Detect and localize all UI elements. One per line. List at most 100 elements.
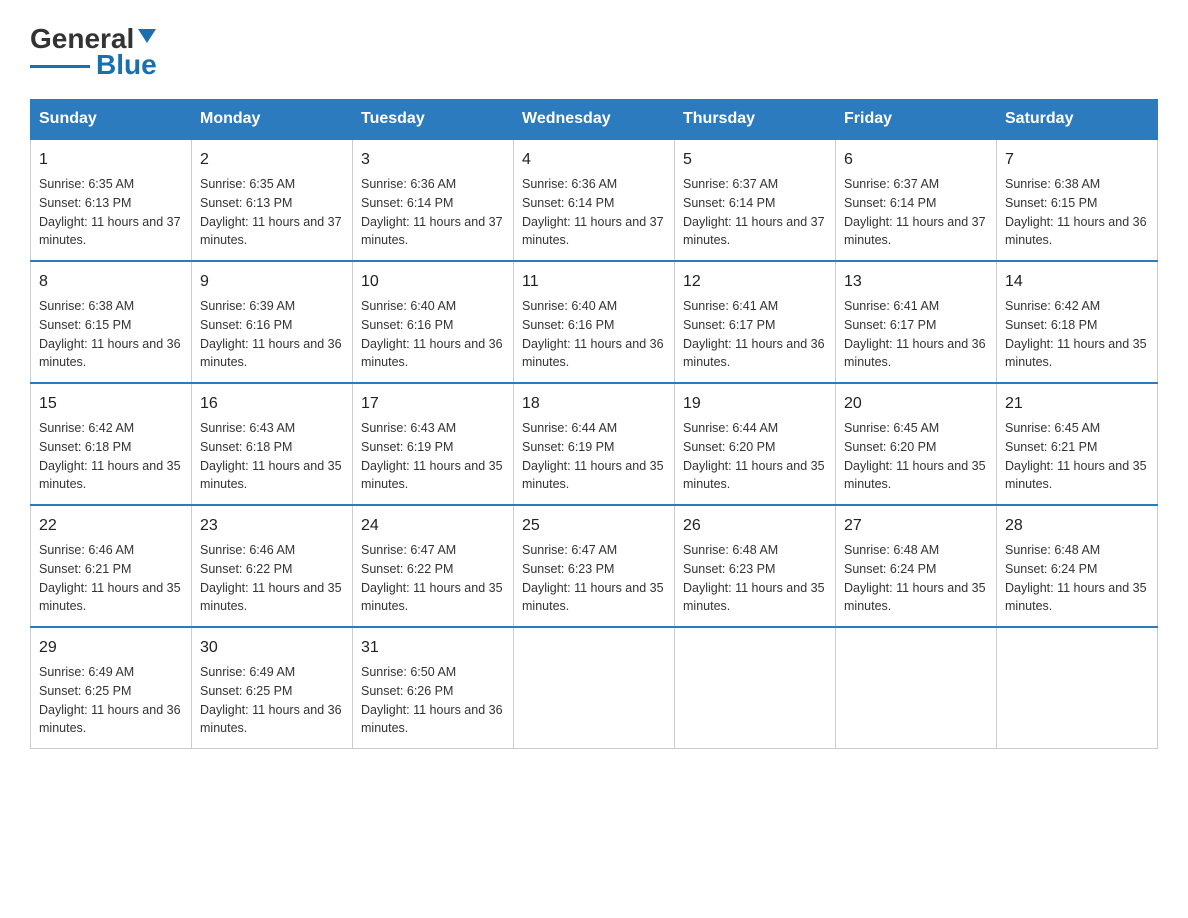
day-number: 9 <box>200 270 344 294</box>
calendar-header-row: SundayMondayTuesdayWednesdayThursdayFrid… <box>31 100 1158 140</box>
day-info: Sunrise: 6:40 AMSunset: 6:16 PMDaylight:… <box>522 297 666 372</box>
day-info: Sunrise: 6:35 AMSunset: 6:13 PMDaylight:… <box>200 175 344 250</box>
day-info: Sunrise: 6:48 AMSunset: 6:24 PMDaylight:… <box>1005 541 1149 616</box>
day-number: 12 <box>683 270 827 294</box>
calendar-cell: 13 Sunrise: 6:41 AMSunset: 6:17 PMDayligh… <box>836 261 997 383</box>
calendar-cell: 30 Sunrise: 6:49 AMSunset: 6:25 PMDayligh… <box>192 627 353 749</box>
calendar-cell: 18 Sunrise: 6:44 AMSunset: 6:19 PMDayligh… <box>514 383 675 505</box>
day-number: 17 <box>361 392 505 416</box>
day-number: 23 <box>200 514 344 538</box>
day-number: 13 <box>844 270 988 294</box>
day-number: 18 <box>522 392 666 416</box>
calendar-cell: 15 Sunrise: 6:42 AMSunset: 6:18 PMDayligh… <box>31 383 192 505</box>
day-info: Sunrise: 6:35 AMSunset: 6:13 PMDaylight:… <box>39 175 183 250</box>
day-info: Sunrise: 6:41 AMSunset: 6:17 PMDaylight:… <box>683 297 827 372</box>
day-number: 30 <box>200 636 344 660</box>
day-number: 20 <box>844 392 988 416</box>
day-info: Sunrise: 6:48 AMSunset: 6:23 PMDaylight:… <box>683 541 827 616</box>
calendar-cell: 2 Sunrise: 6:35 AMSunset: 6:13 PMDaylight… <box>192 139 353 261</box>
calendar-table: SundayMondayTuesdayWednesdayThursdayFrid… <box>30 99 1158 749</box>
col-header-sunday: Sunday <box>31 100 192 140</box>
logo: General Blue <box>30 25 157 79</box>
day-info: Sunrise: 6:49 AMSunset: 6:25 PMDaylight:… <box>39 663 183 738</box>
day-info: Sunrise: 6:41 AMSunset: 6:17 PMDaylight:… <box>844 297 988 372</box>
day-number: 14 <box>1005 270 1149 294</box>
calendar-week-row: 8 Sunrise: 6:38 AMSunset: 6:15 PMDaylight… <box>31 261 1158 383</box>
calendar-cell: 10 Sunrise: 6:40 AMSunset: 6:16 PMDayligh… <box>353 261 514 383</box>
day-number: 10 <box>361 270 505 294</box>
day-number: 1 <box>39 148 183 172</box>
calendar-cell: 11 Sunrise: 6:40 AMSunset: 6:16 PMDayligh… <box>514 261 675 383</box>
day-number: 3 <box>361 148 505 172</box>
day-number: 5 <box>683 148 827 172</box>
day-info: Sunrise: 6:38 AMSunset: 6:15 PMDaylight:… <box>39 297 183 372</box>
calendar-cell: 17 Sunrise: 6:43 AMSunset: 6:19 PMDayligh… <box>353 383 514 505</box>
calendar-cell: 20 Sunrise: 6:45 AMSunset: 6:20 PMDayligh… <box>836 383 997 505</box>
day-number: 16 <box>200 392 344 416</box>
calendar-cell: 21 Sunrise: 6:45 AMSunset: 6:21 PMDayligh… <box>997 383 1158 505</box>
calendar-cell: 19Sunrise: 6:44 AMSunset: 6:20 PMDayligh… <box>675 383 836 505</box>
day-number: 8 <box>39 270 183 294</box>
day-info: Sunrise: 6:46 AMSunset: 6:21 PMDaylight:… <box>39 541 183 616</box>
calendar-cell: 12 Sunrise: 6:41 AMSunset: 6:17 PMDayligh… <box>675 261 836 383</box>
calendar-cell: 22Sunrise: 6:46 AMSunset: 6:21 PMDayligh… <box>31 505 192 627</box>
logo-blue: Blue <box>96 51 157 79</box>
day-info: Sunrise: 6:47 AMSunset: 6:22 PMDaylight:… <box>361 541 505 616</box>
calendar-cell <box>514 627 675 749</box>
calendar-week-row: 15 Sunrise: 6:42 AMSunset: 6:18 PMDayligh… <box>31 383 1158 505</box>
day-number: 7 <box>1005 148 1149 172</box>
calendar-cell: 8 Sunrise: 6:38 AMSunset: 6:15 PMDaylight… <box>31 261 192 383</box>
day-info: Sunrise: 6:46 AMSunset: 6:22 PMDaylight:… <box>200 541 344 616</box>
calendar-cell: 7 Sunrise: 6:38 AMSunset: 6:15 PMDaylight… <box>997 139 1158 261</box>
col-header-friday: Friday <box>836 100 997 140</box>
calendar-cell: 4Sunrise: 6:36 AMSunset: 6:14 PMDaylight… <box>514 139 675 261</box>
calendar-cell <box>675 627 836 749</box>
page-header: General Blue <box>30 20 1158 79</box>
day-info: Sunrise: 6:37 AMSunset: 6:14 PMDaylight:… <box>683 175 827 250</box>
day-number: 25 <box>522 514 666 538</box>
col-header-tuesday: Tuesday <box>353 100 514 140</box>
day-number: 15 <box>39 392 183 416</box>
col-header-wednesday: Wednesday <box>514 100 675 140</box>
col-header-thursday: Thursday <box>675 100 836 140</box>
day-info: Sunrise: 6:47 AMSunset: 6:23 PMDaylight:… <box>522 541 666 616</box>
day-info: Sunrise: 6:43 AMSunset: 6:19 PMDaylight:… <box>361 419 505 494</box>
col-header-monday: Monday <box>192 100 353 140</box>
calendar-cell: 1 Sunrise: 6:35 AMSunset: 6:13 PMDaylight… <box>31 139 192 261</box>
logo-line <box>30 65 90 68</box>
calendar-week-row: 1 Sunrise: 6:35 AMSunset: 6:13 PMDaylight… <box>31 139 1158 261</box>
day-info: Sunrise: 6:39 AMSunset: 6:16 PMDaylight:… <box>200 297 344 372</box>
calendar-cell: 5 Sunrise: 6:37 AMSunset: 6:14 PMDaylight… <box>675 139 836 261</box>
day-number: 26 <box>683 514 827 538</box>
day-number: 31 <box>361 636 505 660</box>
day-info: Sunrise: 6:38 AMSunset: 6:15 PMDaylight:… <box>1005 175 1149 250</box>
calendar-cell <box>836 627 997 749</box>
day-info: Sunrise: 6:48 AMSunset: 6:24 PMDaylight:… <box>844 541 988 616</box>
day-info: Sunrise: 6:44 AMSunset: 6:19 PMDaylight:… <box>522 419 666 494</box>
day-info: Sunrise: 6:36 AMSunset: 6:14 PMDaylight:… <box>522 175 666 250</box>
day-info: Sunrise: 6:42 AMSunset: 6:18 PMDaylight:… <box>39 419 183 494</box>
day-number: 11 <box>522 270 666 294</box>
day-number: 21 <box>1005 392 1149 416</box>
day-number: 27 <box>844 514 988 538</box>
col-header-saturday: Saturday <box>997 100 1158 140</box>
day-number: 29 <box>39 636 183 660</box>
calendar-cell: 28 Sunrise: 6:48 AMSunset: 6:24 PMDayligh… <box>997 505 1158 627</box>
calendar-cell <box>997 627 1158 749</box>
calendar-cell: 14Sunrise: 6:42 AMSunset: 6:18 PMDayligh… <box>997 261 1158 383</box>
day-info: Sunrise: 6:40 AMSunset: 6:16 PMDaylight:… <box>361 297 505 372</box>
day-info: Sunrise: 6:45 AMSunset: 6:21 PMDaylight:… <box>1005 419 1149 494</box>
calendar-cell: 26 Sunrise: 6:48 AMSunset: 6:23 PMDayligh… <box>675 505 836 627</box>
day-number: 28 <box>1005 514 1149 538</box>
calendar-cell: 27 Sunrise: 6:48 AMSunset: 6:24 PMDayligh… <box>836 505 997 627</box>
calendar-week-row: 22Sunrise: 6:46 AMSunset: 6:21 PMDayligh… <box>31 505 1158 627</box>
calendar-cell: 29 Sunrise: 6:49 AMSunset: 6:25 PMDayligh… <box>31 627 192 749</box>
calendar-cell: 24Sunrise: 6:47 AMSunset: 6:22 PMDayligh… <box>353 505 514 627</box>
logo-triangle-icon <box>138 29 156 43</box>
day-info: Sunrise: 6:43 AMSunset: 6:18 PMDaylight:… <box>200 419 344 494</box>
calendar-cell: 6Sunrise: 6:37 AMSunset: 6:14 PMDaylight… <box>836 139 997 261</box>
day-info: Sunrise: 6:45 AMSunset: 6:20 PMDaylight:… <box>844 419 988 494</box>
day-info: Sunrise: 6:49 AMSunset: 6:25 PMDaylight:… <box>200 663 344 738</box>
day-number: 2 <box>200 148 344 172</box>
calendar-cell: 31Sunrise: 6:50 AMSunset: 6:26 PMDayligh… <box>353 627 514 749</box>
